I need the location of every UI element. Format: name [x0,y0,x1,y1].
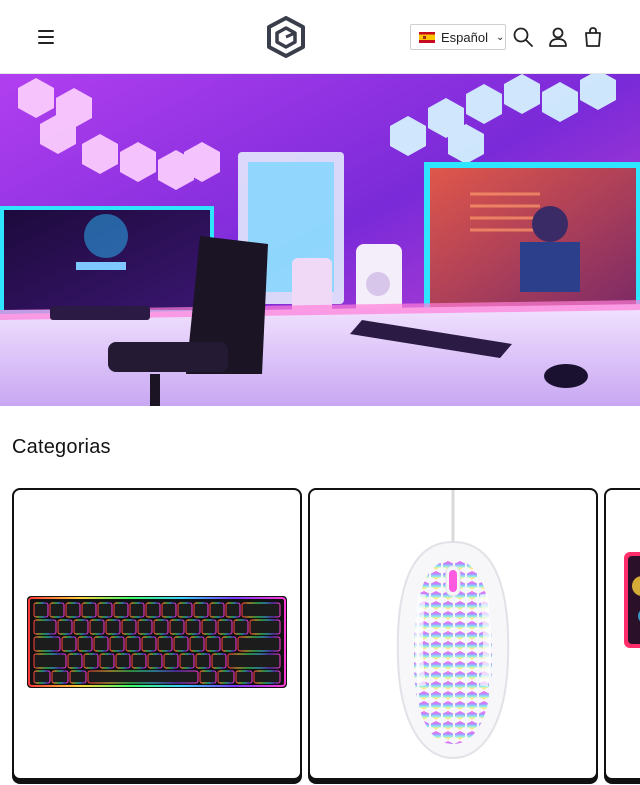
menu-icon[interactable] [36,26,58,48]
category-card-mousepad[interactable] [604,488,640,780]
rgb-keyboard-image [27,596,287,688]
chevron-down-icon: ⌄ [495,31,505,43]
category-card-keyboard[interactable] [12,488,302,780]
hero-banner[interactable] [0,74,640,406]
site-header: Español ⌄ [0,0,640,74]
spain-flag-icon [419,31,435,43]
rgb-mouse-image [396,490,510,760]
language-selector[interactable]: Español ⌄ [410,24,506,50]
gaming-setup-illustration [0,74,640,406]
account-icon[interactable] [547,26,569,48]
search-icon[interactable] [512,26,534,48]
cart-icon[interactable] [582,26,604,48]
language-label: Español [441,29,488,45]
mousepad-image [624,552,640,648]
category-card-mouse[interactable] [308,488,598,780]
brand-logo[interactable] [266,16,306,58]
section-title: Categorias [12,436,111,458]
